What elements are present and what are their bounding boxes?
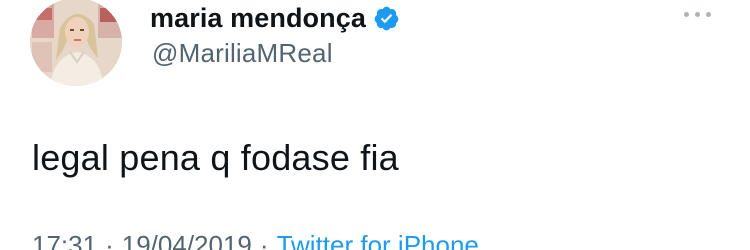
more-dot bbox=[706, 11, 711, 17]
avatar-image bbox=[30, 0, 122, 86]
avatar[interactable] bbox=[30, 0, 122, 86]
author-row: maria mendonça bbox=[150, 0, 400, 36]
more-options-icon[interactable] bbox=[684, 4, 720, 24]
verified-badge-icon bbox=[373, 5, 400, 32]
tweet-card: maria mendonça @MariliaMReal legal pena … bbox=[0, 0, 750, 250]
more-dot bbox=[684, 11, 689, 17]
tweet-metadata: 17:31 · 19/04/2019 · Twitter for iPhone bbox=[32, 232, 592, 250]
tweet-text: legal pena q fodase fia bbox=[32, 137, 399, 178]
separator-dot: · bbox=[259, 232, 269, 250]
tweet-date[interactable]: 19/04/2019 bbox=[122, 232, 252, 250]
more-dot bbox=[695, 11, 700, 17]
display-name[interactable]: maria mendonça bbox=[150, 3, 366, 34]
tweet-source-link[interactable]: Twitter for iPhone bbox=[277, 232, 479, 250]
tweet-time[interactable]: 17:31 bbox=[32, 232, 97, 250]
separator-dot: · bbox=[105, 232, 114, 250]
user-handle[interactable]: @MariliaMReal bbox=[152, 38, 333, 69]
